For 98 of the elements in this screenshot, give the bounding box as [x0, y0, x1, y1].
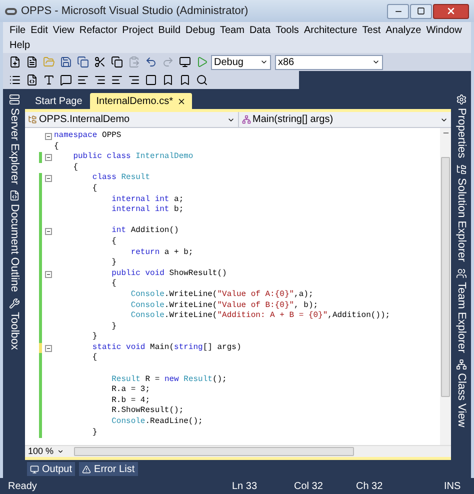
save-icon[interactable]: [58, 54, 73, 70]
code-line: Console.WriteLine("Value of B:{0}", b);: [130, 300, 318, 311]
close-tab-icon[interactable]: [176, 96, 186, 106]
close-button[interactable]: [433, 4, 469, 18]
horizontal-scrollbar[interactable]: [74, 447, 354, 456]
maximize-button[interactable]: [410, 4, 432, 18]
code-line: {: [54, 142, 59, 152]
member-dropdown[interactable]: Main(string[] args): [238, 112, 451, 127]
tool-window-tab[interactable]: Error List: [79, 462, 138, 476]
output-icon: [30, 464, 39, 474]
menu-item[interactable]: Architecture: [301, 23, 360, 38]
collapse-icon[interactable]: [44, 154, 52, 161]
menu-item[interactable]: Build: [156, 23, 184, 38]
close-icon: [446, 6, 456, 16]
scroll-thumb[interactable]: [441, 157, 450, 397]
cut-icon[interactable]: [92, 54, 107, 70]
code-line: int Addition(): [110, 226, 179, 237]
collapse-icon[interactable]: [44, 132, 52, 140]
platform-dropdown[interactable]: x86: [275, 54, 383, 70]
panel-icon: [8, 298, 20, 310]
code-line: namespace OPPS: [54, 131, 122, 142]
panel-icon: [456, 268, 466, 279]
code-line: R.a = 3;: [110, 385, 150, 396]
quick-info-icon[interactable]: [58, 72, 73, 88]
menu-item[interactable]: Analyze: [383, 23, 424, 38]
panel-icon: [8, 94, 20, 105]
panel-icon: [456, 94, 466, 105]
code-line: R.b = 4;: [110, 396, 150, 406]
code-line: public class InternalDemo: [72, 152, 194, 163]
menu-item[interactable]: Team: [218, 23, 247, 38]
menu-item[interactable]: View: [50, 23, 77, 38]
code-line: }: [91, 428, 98, 438]
code-line: {: [91, 184, 98, 195]
document-tab[interactable]: InternalDemo.cs*: [90, 93, 192, 109]
bookmark-icon[interactable]: [143, 72, 158, 88]
code-line: R.ShowResult();: [110, 406, 184, 417]
code-line: return a + b;: [130, 248, 194, 258]
method-icon: [242, 115, 250, 124]
code-line: {: [110, 279, 116, 290]
configuration-dropdown[interactable]: Debug: [211, 54, 271, 70]
code-line: {: [91, 353, 98, 364]
code-line: Console.ReadLine();: [110, 417, 203, 428]
maximize-icon: [417, 7, 425, 15]
panel-icon: [456, 358, 466, 370]
tool-window-tab[interactable]: Server Explorer: [6, 91, 22, 188]
menu-item[interactable]: Debug: [183, 23, 218, 38]
line-number: Ln 33: [232, 480, 258, 494]
collapse-icon[interactable]: [44, 175, 52, 182]
menu-item[interactable]: File: [7, 23, 28, 38]
vertical-scrollbar[interactable]: [440, 128, 451, 445]
column-number: Col 32: [294, 480, 324, 494]
menu-item[interactable]: Edit: [28, 23, 50, 38]
tool-window-tab[interactable]: Document Outline: [6, 187, 22, 296]
code-line: Result R = new Result();: [110, 374, 227, 386]
menu-item[interactable]: Test: [360, 23, 384, 38]
tool-window-tab[interactable]: Class View: [452, 356, 470, 430]
menu-item[interactable]: Project: [120, 23, 156, 38]
collapse-icon[interactable]: [44, 344, 52, 352]
code-line: public void ShowResult(): [110, 268, 227, 279]
code-line: }: [110, 322, 116, 332]
collapse-icon[interactable]: [44, 228, 52, 236]
code-line: {: [72, 162, 78, 174]
menu-item[interactable]: Tools: [273, 23, 302, 38]
document-tab[interactable]: Start Page: [29, 93, 88, 109]
navigate-icon[interactable]: [177, 54, 192, 70]
tool-window-tab[interactable]: Toolbox: [6, 295, 22, 354]
menu-item[interactable]: Window: [424, 23, 464, 38]
class-icon: [28, 115, 37, 124]
code-line: Console.WriteLine("Value of A:{0}",a);: [130, 290, 314, 300]
tool-window-tab[interactable]: Team Explorer: [452, 264, 470, 356]
app-icon: [5, 8, 17, 14]
panel-icon: [8, 190, 20, 202]
code-line: internal int b;: [110, 205, 184, 216]
type-dropdown[interactable]: OPPS.InternalDemo: [25, 112, 238, 127]
tool-window-tab[interactable]: Output: [27, 462, 76, 476]
menu-item[interactable]: Data: [246, 23, 274, 38]
save-all-icon[interactable]: [75, 54, 90, 70]
panel-icon: [456, 164, 466, 176]
copy-icon[interactable]: [109, 54, 124, 70]
find-icon[interactable]: [194, 72, 209, 88]
code-line: static void Main(string[] args): [91, 342, 242, 353]
menu-item[interactable]: Help: [7, 38, 33, 53]
code-line: Console.WriteLine("Addition: A + B = {0}",Addition());: [130, 311, 390, 322]
code-line: {: [110, 236, 116, 248]
menu-item[interactable]: Refactor: [76, 23, 120, 38]
code-line: }: [91, 332, 98, 343]
collapse-icon[interactable]: [44, 270, 52, 278]
tool-window-tab[interactable]: Solution Explorer: [452, 161, 470, 265]
insert-mode: INS: [444, 480, 462, 494]
window-title: OPPS - Microsoft Visual Studio (Administrator): [21, 4, 248, 19]
tool-window-tab[interactable]: Properties: [452, 91, 470, 162]
error-list-icon: [82, 464, 92, 474]
zoom-level[interactable]: 100 %: [25, 444, 57, 458]
char-number: Ch 32: [356, 480, 384, 494]
status-message: Ready: [8, 480, 38, 494]
code-line: internal int a;: [110, 194, 184, 205]
code-line: class Result: [91, 173, 150, 184]
code-line: }: [110, 258, 116, 269]
